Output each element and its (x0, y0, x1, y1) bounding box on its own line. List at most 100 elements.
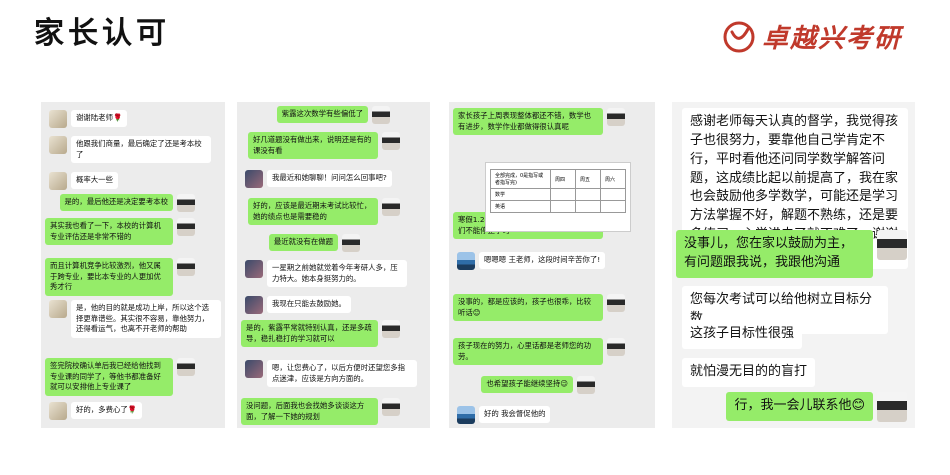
table-cell (550, 200, 576, 213)
avatar (177, 194, 195, 212)
brand-logo-icon (723, 21, 755, 52)
avatar (49, 110, 67, 128)
chat-message: 紫露这次数学有些偏低了 (273, 106, 390, 124)
message-bubble: 是，他的目的就是成功上岸，所以这个选择更靠谱些。其实很不容易，靠他努力，还得看运… (71, 300, 221, 339)
table-header: 全部完成，0是指写或者指写完) (490, 169, 551, 189)
message-bubble: 我现在只能去鼓励她。 (267, 296, 351, 313)
avatar (49, 136, 67, 154)
message-bubble: 其实我也看了一下，本校的计算机专业评估还是非常不错的 (45, 218, 173, 246)
brand-logo: 卓越兴考研 (722, 18, 902, 55)
chat-message: 签完院校确认单后我已经给他找到专业课的同学了，等他书都准备好就可以安排他上专业课… (41, 358, 195, 397)
chat-screenshot-3: 家长孩子上周表现整体都还不错，数学也有进步，数学作业都做得很认真呢 寒假1.24-… (449, 102, 655, 428)
chat-message: 嗯，让您费心了，以后方便时还望您多指点迷津，应该是方向方面的。 (245, 360, 421, 388)
avatar (607, 338, 625, 356)
message-bubble: 是的，最后他还是决定要考本校 (59, 194, 173, 211)
table-header: 周四 (550, 169, 576, 189)
table-cell (575, 188, 601, 201)
table-cell (600, 200, 626, 213)
chat-message: 我现在只能去鼓励她。 (245, 296, 355, 314)
chat-message: 最近就没有在做题 (265, 234, 360, 252)
chat-message: 没事的，都是应该的，孩子也很乖，比较听话😊 (449, 294, 625, 322)
chat-message: 其实我也看了一下，本校的计算机专业评估还是非常不错的 (41, 218, 195, 246)
message-bubble: 概率大一些 (71, 172, 118, 189)
chat-message: 就怕漫无目的的盲打 (678, 358, 819, 387)
message-bubble: 紫露这次数学有些偏低了 (276, 106, 368, 123)
avatar (177, 218, 195, 236)
avatar (607, 294, 625, 312)
homework-table-image: 全部完成，0是指写或者指写完) 周四 周五 周六 数学 英语 (485, 162, 631, 232)
message-bubble: 孩子现在的努力，心里话都是老师您的功劳。 (453, 338, 603, 366)
avatar (245, 260, 263, 278)
chat-message: 他跟我们商量，最后确定了还是考本校了 (49, 136, 215, 164)
table-cell (600, 188, 626, 201)
message-bubble: 好几道题没有做出来，说明还是有的课没有看 (248, 132, 378, 160)
table-cell: 数学 (490, 188, 551, 201)
chat-message: 孩子现在的努力，心里话都是老师您的功劳。 (449, 338, 625, 366)
avatar (49, 172, 67, 190)
chat-message: 概率大一些 (49, 172, 122, 190)
chat-message: 是的，最后他还是决定要考本校 (56, 194, 195, 212)
message-bubble: 没事的，都是应该的，孩子也很乖，比较听话😊 (453, 294, 603, 322)
message-bubble: 行，我一会儿联系他😊 (726, 392, 873, 421)
message-bubble: 我最近和她聊聊！问问怎么回事吧? (267, 170, 392, 187)
table-header: 周六 (600, 169, 626, 189)
chat-screenshot-2: 紫露这次数学有些偏低了好几道题没有做出来，说明还是有的课没有看我最近和她聊聊！问… (237, 102, 430, 428)
avatar (49, 402, 67, 420)
table-header: 周五 (575, 169, 601, 189)
avatar (245, 360, 263, 378)
message-bubble: 没问题，后面我也会找她多谈谈这方面，了解一下她的规划 (241, 398, 378, 426)
avatar (245, 296, 263, 314)
message-bubble: 家长孩子上周表现整体都还不错，数学也有进步，数学作业都做得很认真呢 (453, 108, 603, 136)
chat-screenshot-4: 感谢老师每天认真的督学，我觉得孩子也很努力，要靠他自己学肯定不行，平时看他还问同… (672, 102, 915, 428)
chat-message: 而且计算机竞争比较激烈，他又属于跨专业，要比本专业的人更加优秀才行 (41, 258, 195, 297)
message-bubble: 签完院校确认单后我已经给他找到专业课的同学了，等他书都准备好就可以安排他上专业课… (45, 358, 173, 397)
chat-message: 谢谢陆老师🌹 (49, 110, 131, 128)
avatar (382, 320, 400, 338)
chat-screenshot-1: 谢谢陆老师🌹 他跟我们商量，最后确定了还是考本校了概率大一些是的，最后他还是决定要… (41, 102, 225, 428)
avatar (177, 258, 195, 276)
chat-message: 一星期之前她就觉着今年考研人多，压力特大。她本身挺努力的。 (245, 260, 411, 288)
table-cell (550, 188, 576, 201)
avatar (457, 252, 475, 270)
avatar (607, 108, 625, 126)
avatar (577, 376, 595, 394)
chat-message: 好的 我会督促他的 (457, 406, 554, 424)
message-bubble: 他跟我们商量，最后确定了还是考本校了 (71, 136, 211, 164)
message-bubble: 是的，紫露平常就特别认真，还是多疏导，稳扎稳打的学习就可以 (241, 320, 378, 348)
avatar (177, 358, 195, 376)
message-bubble: 好的，应该是最近期末考试比较忙，她的绩点也是需要稳的 (248, 198, 378, 226)
chat-message: 也希望孩子能继续坚持😉 (477, 376, 595, 394)
brand-name: 卓越兴考研 (762, 24, 903, 54)
message-bubble: 就怕漫无目的的盲打 (682, 358, 816, 387)
chat-message: 我最近和她聊聊！问问怎么回事吧? (245, 170, 396, 188)
message-bubble: 一星期之前她就觉着今年考研人多，压力特大。她本身挺努力的。 (267, 260, 407, 288)
message-bubble: 而且计算机竞争比较激烈，他又属于跨专业，要比本专业的人更加优秀才行 (45, 258, 173, 297)
message-bubble: 最近就没有在做题 (268, 234, 338, 251)
chat-message: 是，他的目的就是成功上岸，所以这个选择更靠谱些。其实很不容易，靠他努力，还得看运… (49, 300, 225, 339)
avatar (877, 392, 907, 422)
message-bubble: 没事儿，您在家以鼓励为主，有问题跟我说，我跟他沟通 (676, 230, 873, 278)
table-cell: 英语 (490, 200, 551, 213)
message-bubble: 谢谢陆老师🌹 (71, 110, 128, 127)
avatar (342, 234, 360, 252)
chat-message: 嗯嗯嗯 王老师，这段时间辛苦你了! (457, 252, 609, 270)
chat-message: 好的，应该是最近期末考试比较忙，她的绩点也是需要稳的 (244, 198, 400, 226)
table-cell (575, 200, 601, 213)
message-bubble: 这孩子目标性很强 (682, 320, 803, 349)
message-bubble: 也希望孩子能继续坚持😉 (481, 376, 573, 393)
chat-message: 家长孩子上周表现整体都还不错，数学也有进步，数学作业都做得很认真呢 (449, 108, 625, 136)
page-title: 家长认可 (34, 16, 170, 51)
chat-message: 没事儿，您在家以鼓励为主，有问题跟我说，我跟他沟通 (672, 230, 907, 278)
message-bubble: 嗯，让您费心了，以后方便时还望您多指点迷津，应该是方向方面的。 (267, 360, 417, 388)
homework-table: 全部完成，0是指写或者指写完) 周四 周五 周六 数学 英语 (490, 169, 626, 213)
chat-message: 这孩子目标性很强 (678, 320, 806, 349)
message-bubble: 嗯嗯嗯 王老师，这段时间辛苦你了! (479, 252, 606, 269)
message-bubble: 好的，多费心了🌹 (71, 402, 142, 419)
chat-message: 行，我一会儿联系他😊 (722, 392, 907, 422)
avatar (382, 132, 400, 150)
avatar (372, 106, 390, 124)
message-bubble: 好的 我会督促他的 (479, 406, 551, 423)
chat-message: 好的，多费心了🌹 (49, 402, 146, 420)
avatar (49, 300, 67, 318)
chat-message: 没问题，后面我也会找她多谈谈这方面，了解一下她的规划 (237, 398, 400, 426)
